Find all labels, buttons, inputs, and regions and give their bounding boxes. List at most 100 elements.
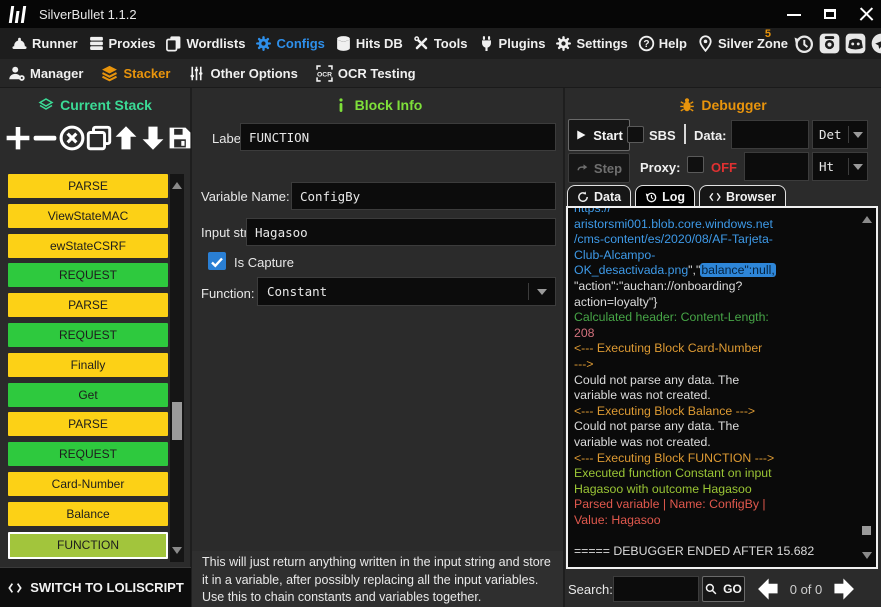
app-logo-icon <box>9 6 26 23</box>
stack-block-get[interactable]: Get <box>8 383 168 407</box>
chevron-down-icon[interactable] <box>849 164 867 170</box>
save-button[interactable] <box>167 125 194 155</box>
debug-data-input[interactable] <box>731 120 809 149</box>
toolbar-item-manager[interactable]: Manager <box>8 65 83 82</box>
start-button[interactable]: Start <box>568 119 630 151</box>
proxy-caption: Proxy: <box>640 160 680 175</box>
menu-item-label: Hits DB <box>356 36 403 51</box>
switch-to-loliscript-button[interactable]: SWITCH TO LOLISCRIPT <box>0 567 191 607</box>
data-type-dropdown[interactable]: Det <box>812 120 868 149</box>
menubar-actions <box>793 33 881 54</box>
label-input[interactable] <box>240 123 556 151</box>
scroll-up-icon[interactable] <box>862 216 872 223</box>
stack-block-parse[interactable]: PARSE <box>8 412 168 436</box>
stack-block-parse[interactable]: PARSE <box>8 293 168 317</box>
proxy-type-dropdown[interactable]: Ht <box>812 152 868 181</box>
ocr-testing-icon: OCR <box>316 65 333 82</box>
is-capture-checkbox[interactable] <box>208 252 226 270</box>
tab-label: Log <box>662 190 685 204</box>
menu-item-help[interactable]: ?Help <box>633 35 692 52</box>
stack-block-viewstatemac[interactable]: ViewStateMAC <box>8 204 168 228</box>
stack-block-request[interactable]: REQUEST <box>8 263 168 287</box>
proxies-icon <box>88 35 105 52</box>
next-match-icon[interactable] <box>832 576 858 602</box>
tab-data[interactable]: Data <box>567 185 631 207</box>
wordlists-icon <box>165 35 182 52</box>
search-go-button[interactable]: GO <box>702 576 745 602</box>
toolbar-item-stacker[interactable]: Stacker <box>101 65 170 82</box>
maximize-icon[interactable] <box>823 7 837 21</box>
toolbar-item-other-options[interactable]: Other Options <box>188 65 297 82</box>
proxy-checkbox[interactable] <box>687 156 704 173</box>
stack-block-ewstatecsrf[interactable]: ewStateCSRF <box>8 234 168 258</box>
stack-block-request[interactable]: REQUEST <box>8 442 168 466</box>
menu-item-label: Proxies <box>109 36 156 51</box>
arrow-down-icon <box>140 125 166 151</box>
chevron-down-icon[interactable] <box>849 132 867 138</box>
stack-block-parse[interactable]: PARSE <box>8 174 168 198</box>
close-icon[interactable] <box>859 7 873 21</box>
minimize-icon[interactable] <box>787 7 801 21</box>
function-dropdown[interactable]: Constant <box>257 277 556 306</box>
menu-item-silver-zone[interactable]: Silver Zone5 <box>692 35 793 52</box>
log-line <box>574 528 872 544</box>
toolbar-item-ocr-testing[interactable]: OCROCR Testing <box>316 65 416 82</box>
chevron-down-icon[interactable] <box>529 289 555 295</box>
telegram-icon[interactable] <box>871 33 881 54</box>
remove-button[interactable] <box>32 125 59 155</box>
panel-divider <box>190 88 192 607</box>
log-line: <--- Executing Block Balance ---> <box>574 404 872 420</box>
scroll-down-icon[interactable] <box>862 552 872 559</box>
log-line: Executed function Constant on input <box>574 466 872 482</box>
menu-item-configs[interactable]: Configs <box>250 35 329 52</box>
clone-button[interactable] <box>86 125 113 155</box>
debug-log[interactable]: https://aristorsmi001.blob.core.windows.… <box>566 206 878 569</box>
log-line: variable was not created. <box>574 388 872 404</box>
clear-button[interactable] <box>59 125 86 155</box>
stack-block-function[interactable]: FUNCTION <box>8 532 168 559</box>
scroll-up-icon[interactable] <box>172 182 182 189</box>
tab-label: Data <box>594 190 621 204</box>
search-input[interactable] <box>613 576 699 602</box>
proxy-off-status: OFF <box>711 160 737 175</box>
scroll-down-icon[interactable] <box>172 547 182 554</box>
menu-item-hits-db[interactable]: Hits DB <box>330 35 408 52</box>
help-icon: ? <box>638 35 655 52</box>
stack-block-card-number[interactable]: Card-Number <box>8 472 168 496</box>
screenshot-icon[interactable] <box>819 33 840 54</box>
tab-browser[interactable]: Browser <box>699 185 786 207</box>
toolbar-item-label: Manager <box>30 66 83 81</box>
step-button-label: Step <box>594 161 622 176</box>
log-scrollbar[interactable] <box>859 210 874 565</box>
stack-block-balance[interactable]: Balance <box>8 502 168 526</box>
floppy-icon <box>167 125 193 151</box>
menu-item-tools[interactable]: Tools <box>408 35 473 52</box>
prev-match-icon[interactable] <box>754 576 780 602</box>
sbs-checkbox[interactable] <box>627 126 644 143</box>
move-up-button[interactable] <box>113 125 140 155</box>
menu-item-plugins[interactable]: Plugins <box>473 35 551 52</box>
log-line: aristorsmi001.blob.core.windows.net <box>574 217 872 233</box>
function-description: This will just return anything written i… <box>192 551 563 607</box>
scroll-thumb[interactable] <box>172 402 182 440</box>
tools-icon <box>413 35 430 52</box>
menu-item-wordlists[interactable]: Wordlists <box>160 35 250 52</box>
add-button[interactable] <box>5 125 32 155</box>
proxy-input[interactable] <box>744 152 809 181</box>
stack-block-finally[interactable]: Finally <box>8 353 168 377</box>
menu-item-runner[interactable]: Runner <box>6 35 83 52</box>
log-line: Calculated header: Content-Length: <box>574 310 872 326</box>
stack-scrollbar[interactable] <box>170 174 184 562</box>
stack-block-request[interactable]: REQUEST <box>8 323 168 347</box>
move-down-button[interactable] <box>140 125 167 155</box>
variable-name-input[interactable] <box>291 182 556 210</box>
menu-item-settings[interactable]: Settings <box>550 35 632 52</box>
scroll-thumb[interactable] <box>862 526 871 535</box>
menu-item-proxies[interactable]: Proxies <box>83 35 161 52</box>
input-string-input[interactable] <box>246 218 556 246</box>
discord-icon[interactable] <box>845 33 866 54</box>
layers-outline-icon <box>38 97 54 113</box>
step-button[interactable]: Step <box>568 153 630 183</box>
tab-log[interactable]: Log <box>635 185 695 207</box>
history-icon[interactable] <box>793 33 814 54</box>
